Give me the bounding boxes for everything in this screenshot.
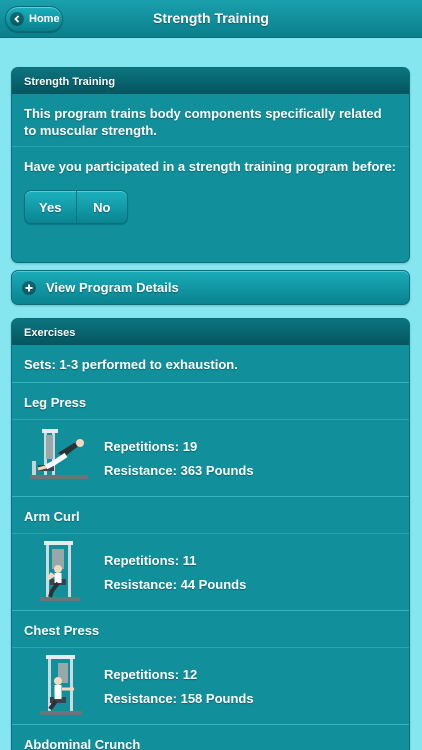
repetitions-value: Repetitions: 12 [104,666,198,682]
participation-question: Have you participated in a strength trai… [24,159,397,174]
exercise-detail-row: Repetitions: 11 Resistance: 44 Pounds [12,533,409,610]
no-button[interactable]: No [75,191,128,223]
top-bar: Home Strength Training [0,0,422,38]
sets-info: Sets: 1-3 performed to exhaustion. [24,357,238,372]
yes-button[interactable]: Yes [25,191,76,223]
panel-heading: Exercises [12,319,409,345]
panel-heading: Strength Training [12,68,409,94]
yes-no-toggle: Yes No [24,190,128,224]
exercises-panel: Exercises Sets: 1-3 performed to exhaust… [11,318,410,750]
participation-question-row: Have you participated in a strength trai… [12,146,409,262]
plus-icon [22,280,36,295]
view-program-details-toggle[interactable]: View Program Details [11,270,410,305]
view-program-details-label: View Program Details [46,280,179,295]
exercise-name: Chest Press [12,610,409,647]
resistance-value: Resistance: 158 Pounds [104,690,254,706]
repetitions-value: Repetitions: 19 [104,438,198,454]
exercise-detail-row: Repetitions: 19 Resistance: 363 Pounds [12,419,409,496]
leg-press-machine-icon [30,429,88,479]
exercise-detail-row: Repetitions: 12 Resistance: 158 Pounds [12,647,409,724]
exercise-name: Arm Curl [12,496,409,533]
strength-training-panel: Strength Training This program trains bo… [11,67,410,263]
resistance-value: Resistance: 44 Pounds [104,576,247,592]
exercise-name: Abdominal Crunch [12,724,409,750]
program-description: This program trains body components spec… [24,106,382,138]
repetitions-value: Repetitions: 11 [104,552,197,568]
arm-curl-machine-icon [40,541,80,601]
page-title: Strength Training [153,10,269,26]
exercise-name: Leg Press [12,382,409,419]
chest-press-machine-icon [40,655,82,715]
resistance-value: Resistance: 363 Pounds [104,462,254,478]
